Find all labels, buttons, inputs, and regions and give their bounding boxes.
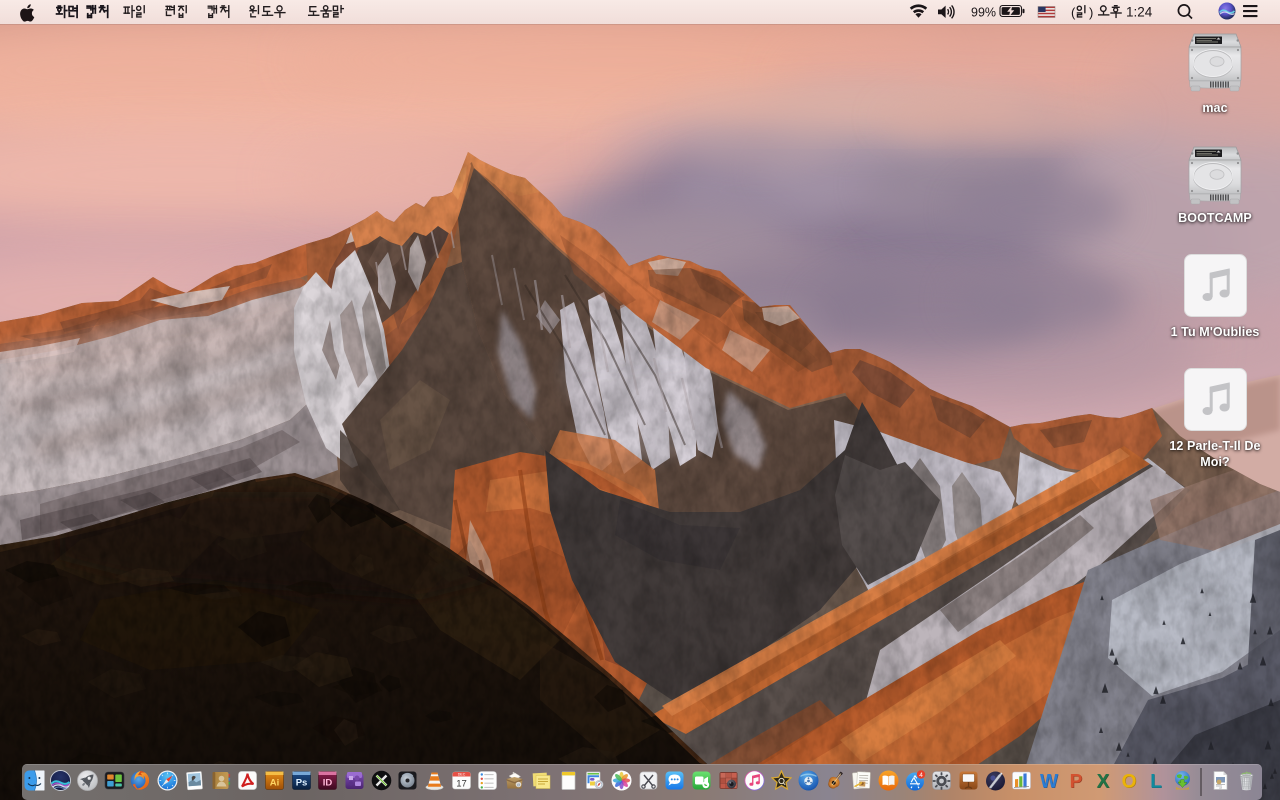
svg-text:@: @	[517, 783, 521, 787]
svg-text:): )	[1089, 5, 1093, 20]
svg-text:99%: 99%	[971, 6, 996, 20]
svg-text:(: (	[1071, 5, 1076, 20]
svg-text:rtf: rtf	[1219, 786, 1222, 790]
svg-text:Ps: Ps	[295, 778, 307, 789]
svg-text:17: 17	[456, 779, 467, 790]
svg-text:O: O	[1122, 772, 1137, 792]
svg-text:4: 4	[919, 772, 923, 779]
svg-text:P: P	[1069, 772, 1082, 792]
svg-text:X: X	[1096, 772, 1109, 792]
svg-text:W: W	[1040, 772, 1058, 792]
svg-text:DEC: DEC	[457, 773, 465, 777]
svg-text:ID: ID	[323, 778, 333, 789]
svg-text:L: L	[1150, 772, 1162, 792]
svg-text:1:24: 1:24	[1126, 5, 1153, 20]
svg-text:Ai: Ai	[270, 778, 280, 789]
